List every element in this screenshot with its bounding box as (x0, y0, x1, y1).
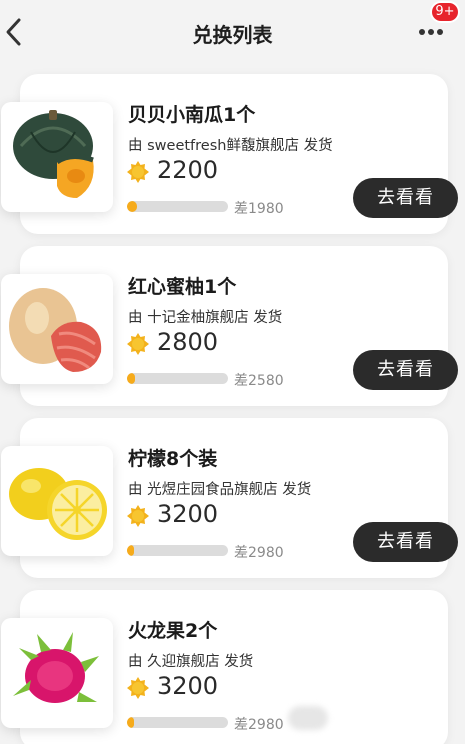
points-value: 3200 (157, 500, 219, 528)
progress-fill (127, 373, 136, 384)
sun-points-icon (127, 677, 149, 699)
progress-bar (127, 717, 228, 728)
more-dots-icon (419, 29, 443, 35)
pomelo-icon (9, 288, 102, 372)
progress-fill (127, 545, 135, 556)
sun-points-icon (127, 333, 149, 355)
sun-points-icon (127, 505, 149, 527)
points-diff: 差1980 (234, 201, 284, 217)
view-button[interactable]: 去看看 (353, 350, 458, 390)
view-button[interactable]: 去看看 (353, 522, 458, 562)
product-name: 柠檬8个装 (128, 448, 218, 470)
product-image (1, 618, 113, 728)
header-bar: 兑换列表 9+ (0, 0, 465, 66)
view-button[interactable]: 去看看 (353, 178, 458, 218)
more-button[interactable] (418, 22, 446, 42)
shipper-text: 由 光煜庄园食品旗舰店 发货 (128, 482, 312, 498)
product-name: 贝贝小南瓜1个 (128, 104, 256, 126)
list-item[interactable]: 火龙果2个 由 久迎旗舰店 发货 3200 差2980 (1, 590, 448, 744)
blurred-overlay (288, 706, 328, 730)
progress-bar (127, 201, 228, 212)
page-title: 兑换列表 (192, 23, 273, 47)
product-image (1, 102, 113, 212)
sun-points-icon (127, 161, 149, 183)
shipper-text: 由 久迎旗舰店 发货 (128, 654, 254, 670)
lemon-icon (9, 468, 107, 540)
points-value: 3200 (157, 672, 219, 700)
product-name: 火龙果2个 (128, 620, 218, 642)
points-value: 2800 (157, 328, 219, 356)
progress-bar (127, 373, 228, 384)
product-image (1, 274, 113, 384)
pumpkin-icon (13, 110, 94, 198)
list-item[interactable]: 红心蜜柚1个 由 十记金柚旗舰店 发货 2800 差2580 去看看 (1, 246, 458, 406)
list-item[interactable]: 柠檬8个装 由 光煜庄园食品旗舰店 发货 3200 差2980 去看看 (1, 418, 458, 578)
points-diff: 差2580 (234, 373, 284, 389)
dragon-fruit-icon (13, 632, 99, 703)
product-image (1, 446, 113, 556)
notification-badge: 9+ (430, 1, 460, 23)
product-name: 红心蜜柚1个 (128, 276, 237, 298)
points-diff: 差2980 (234, 717, 284, 733)
points-diff: 差2980 (234, 545, 284, 561)
list-item[interactable]: 贝贝小南瓜1个 由 sweetfresh鲜馥旗舰店 发货 2200 差1980 … (1, 74, 458, 234)
shipper-text: 由 十记金柚旗舰店 发货 (128, 310, 283, 326)
progress-bar (127, 545, 228, 556)
progress-fill (127, 201, 138, 212)
shipper-text: 由 sweetfresh鲜馥旗舰店 发货 (128, 138, 333, 154)
points-value: 2200 (157, 156, 219, 184)
progress-fill (127, 717, 135, 728)
